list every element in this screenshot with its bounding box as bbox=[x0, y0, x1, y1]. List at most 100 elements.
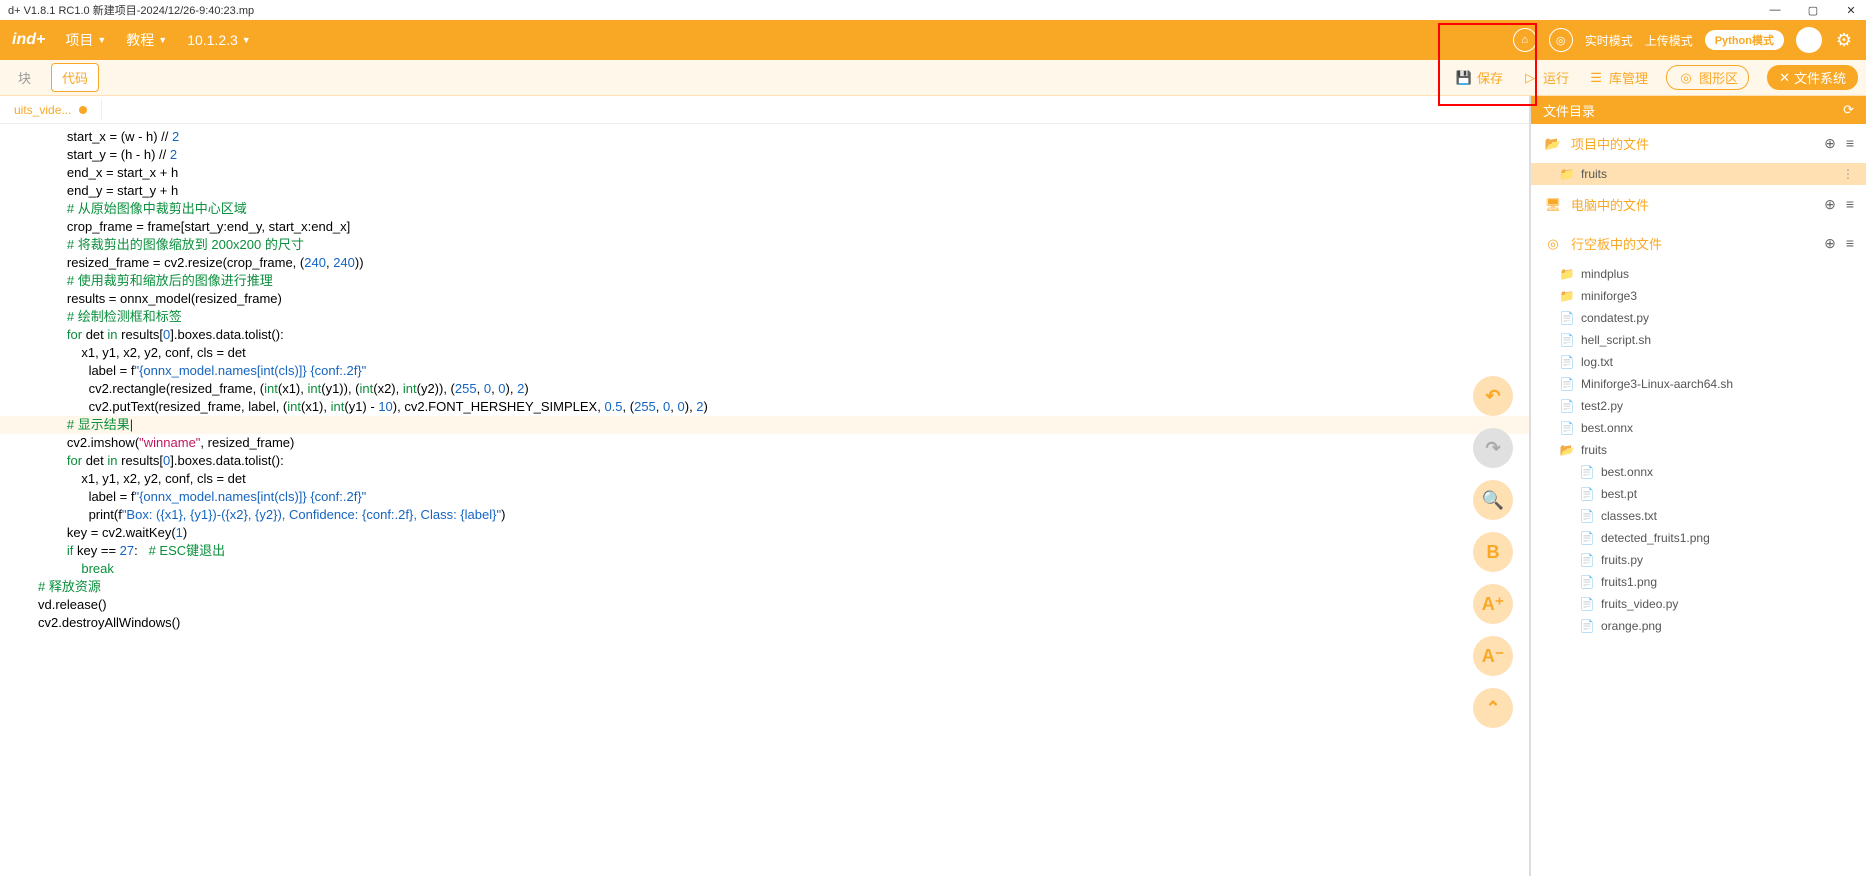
code-line[interactable]: label = f"{onnx_model.names[int(cls)]} {… bbox=[0, 362, 1529, 380]
content-area: uits_vide... start_x = (w - h) // 2 star… bbox=[0, 96, 1866, 876]
code-line[interactable]: cv2.rectangle(resized_frame, (int(x1), i… bbox=[0, 380, 1529, 398]
file-icon: 📄 bbox=[1579, 531, 1595, 545]
avatar[interactable] bbox=[1796, 27, 1822, 53]
code-line[interactable]: vd.release() bbox=[0, 596, 1529, 614]
save-icon: 💾 bbox=[1455, 69, 1473, 87]
tree-file[interactable]: 📄log.txt bbox=[1531, 351, 1866, 373]
code-line[interactable]: x1, y1, x2, y2, conf, cls = det bbox=[0, 344, 1529, 362]
code-line[interactable]: x1, y1, x2, y2, conf, cls = det bbox=[0, 470, 1529, 488]
code-line[interactable]: cv2.putText(resized_frame, label, (int(x… bbox=[0, 398, 1529, 416]
file-tab[interactable]: uits_vide... bbox=[0, 99, 102, 121]
filesystem-button[interactable]: ✕文件系统 bbox=[1767, 65, 1858, 90]
code-line[interactable]: end_x = start_x + h bbox=[0, 164, 1529, 182]
section-computer-files[interactable]: 🖥 电脑中的文件 ⊕ ≡ bbox=[1531, 185, 1866, 224]
scroll-top-button[interactable]: ⌃ bbox=[1473, 688, 1513, 728]
menu-bar: ind+ 项目▼ 教程▼ 10.1.2.3▼ ⌂ ◎ 实时模式 上传模式 Pyt… bbox=[0, 20, 1866, 60]
code-line[interactable]: for det in results[0].boxes.data.tolist(… bbox=[0, 326, 1529, 344]
minimize-icon[interactable]: — bbox=[1768, 4, 1782, 17]
code-line[interactable]: if key == 27: # ESC键退出 bbox=[0, 542, 1529, 560]
bold-button[interactable]: B bbox=[1473, 532, 1513, 572]
tree-folder[interactable]: 📂fruits bbox=[1531, 439, 1866, 461]
menu-ip[interactable]: 10.1.2.3▼ bbox=[187, 32, 251, 48]
code-line[interactable]: key = cv2.waitKey(1) bbox=[0, 524, 1529, 542]
undo-button[interactable]: ↶ bbox=[1473, 376, 1513, 416]
code-line[interactable]: # 显示结果| bbox=[0, 416, 1529, 434]
tree-file[interactable]: 📄best.onnx bbox=[1531, 461, 1866, 483]
tree-item-label: hell_script.sh bbox=[1581, 333, 1651, 347]
code-line[interactable]: crop_frame = frame[start_y:end_y, start_… bbox=[0, 218, 1529, 236]
code-line[interactable]: for det in results[0].boxes.data.tolist(… bbox=[0, 452, 1529, 470]
maximize-icon[interactable]: ▢ bbox=[1806, 4, 1820, 17]
tree-file[interactable]: 📄orange.png bbox=[1531, 615, 1866, 637]
tree-file[interactable]: 📄Miniforge3-Linux-aarch64.sh bbox=[1531, 373, 1866, 395]
tree-item-label: classes.txt bbox=[1601, 509, 1657, 523]
code-line[interactable]: break bbox=[0, 560, 1529, 578]
tree-folder[interactable]: 📁miniforge3 bbox=[1531, 285, 1866, 307]
blocks-area-button[interactable]: ◎图形区 bbox=[1666, 65, 1749, 90]
code-editor[interactable]: start_x = (w - h) // 2 start_y = (h - h)… bbox=[0, 124, 1529, 876]
tab-code[interactable]: 代码 bbox=[51, 63, 99, 92]
section-board-files[interactable]: ◎ 行空板中的文件 ⊕ ≡ bbox=[1531, 224, 1866, 263]
tree-file[interactable]: 📄best.pt bbox=[1531, 483, 1866, 505]
menu-tutorial[interactable]: 教程▼ bbox=[126, 30, 167, 50]
code-line[interactable]: end_y = start_y + h bbox=[0, 182, 1529, 200]
menu-icon[interactable]: ≡ bbox=[1846, 135, 1854, 152]
tree-file[interactable]: 📄condatest.py bbox=[1531, 307, 1866, 329]
menu-icon[interactable]: ≡ bbox=[1846, 235, 1854, 252]
tree-folder[interactable]: 📁fruits⋮ bbox=[1531, 163, 1866, 185]
add-file-icon[interactable]: ⊕ bbox=[1824, 196, 1836, 213]
font-increase-button[interactable]: A⁺ bbox=[1473, 584, 1513, 624]
tree-file[interactable]: 📄hell_script.sh bbox=[1531, 329, 1866, 351]
save-button[interactable]: 💾保存 bbox=[1455, 68, 1503, 87]
tree-file[interactable]: 📄fruits.py bbox=[1531, 549, 1866, 571]
code-line[interactable]: # 释放资源 bbox=[0, 578, 1529, 596]
close-icon[interactable]: ✕ bbox=[1844, 4, 1858, 17]
mode-upload[interactable]: 上传模式 bbox=[1645, 32, 1693, 49]
font-decrease-button[interactable]: A⁻ bbox=[1473, 636, 1513, 676]
section-project-files[interactable]: 📂 项目中的文件 ⊕ ≡ bbox=[1531, 124, 1866, 163]
menu-project[interactable]: 项目▼ bbox=[65, 30, 106, 50]
target-icon[interactable]: ◎ bbox=[1549, 28, 1573, 52]
tab-blocks[interactable]: 块 bbox=[8, 64, 41, 91]
code-line[interactable]: cv2.imshow("winname", resized_frame) bbox=[0, 434, 1529, 452]
code-line[interactable]: print(f"Box: ({x1}, {y1})-({x2}, {y2}), … bbox=[0, 506, 1529, 524]
chart-icon[interactable]: ⌂ bbox=[1513, 28, 1537, 52]
tree-item-label: fruits.py bbox=[1601, 553, 1643, 567]
code-line[interactable]: start_x = (w - h) // 2 bbox=[0, 128, 1529, 146]
gear-icon[interactable]: ⚙ bbox=[1834, 30, 1854, 50]
code-line[interactable]: label = f"{onnx_model.names[int(cls)]} {… bbox=[0, 488, 1529, 506]
code-line[interactable]: # 绘制检测框和标签 bbox=[0, 308, 1529, 326]
close-small-icon: ✕ bbox=[1779, 70, 1790, 86]
code-line[interactable]: # 从原始图像中裁剪出中心区域 bbox=[0, 200, 1529, 218]
menu-icon[interactable]: ≡ bbox=[1846, 196, 1854, 213]
more-icon[interactable]: ⋮ bbox=[1842, 167, 1854, 181]
tree-file[interactable]: 📄detected_fruits1.png bbox=[1531, 527, 1866, 549]
monitor-icon: 🖥 bbox=[1543, 196, 1563, 214]
tree-file[interactable]: 📄best.onnx bbox=[1531, 417, 1866, 439]
search-button[interactable]: 🔍 bbox=[1473, 480, 1513, 520]
tree-item-label: orange.png bbox=[1601, 619, 1662, 633]
tree-file[interactable]: 📄fruits_video.py bbox=[1531, 593, 1866, 615]
code-line[interactable]: results = onnx_model(resized_frame) bbox=[0, 290, 1529, 308]
folder-icon: 📁 bbox=[1559, 267, 1575, 281]
code-line[interactable]: resized_frame = cv2.resize(crop_frame, (… bbox=[0, 254, 1529, 272]
tree-file[interactable]: 📄test2.py bbox=[1531, 395, 1866, 417]
redo-button[interactable]: ↷ bbox=[1473, 428, 1513, 468]
tree-file[interactable]: 📄fruits1.png bbox=[1531, 571, 1866, 593]
refresh-icon[interactable]: ⟳ bbox=[1843, 102, 1854, 118]
library-button[interactable]: ☰库管理 bbox=[1587, 68, 1648, 87]
run-button[interactable]: ▷运行 bbox=[1521, 68, 1569, 87]
code-line[interactable]: # 将裁剪出的图像缩放到 200x200 的尺寸 bbox=[0, 236, 1529, 254]
file-icon: 📄 bbox=[1559, 311, 1575, 325]
file-icon: 📄 bbox=[1559, 377, 1575, 391]
mode-realtime[interactable]: 实时模式 bbox=[1585, 32, 1633, 49]
code-line[interactable]: start_y = (h - h) // 2 bbox=[0, 146, 1529, 164]
code-line[interactable]: # 使用裁剪和缩放后的图像进行推理 bbox=[0, 272, 1529, 290]
tree-folder[interactable]: 📁mindplus bbox=[1531, 263, 1866, 285]
tree-file[interactable]: 📄classes.txt bbox=[1531, 505, 1866, 527]
add-file-icon[interactable]: ⊕ bbox=[1824, 235, 1836, 252]
folder-open-icon: 📂 bbox=[1543, 135, 1563, 153]
add-file-icon[interactable]: ⊕ bbox=[1824, 135, 1836, 152]
python-mode-badge[interactable]: Python模式 bbox=[1705, 30, 1784, 50]
code-line[interactable]: cv2.destroyAllWindows() bbox=[0, 614, 1529, 632]
